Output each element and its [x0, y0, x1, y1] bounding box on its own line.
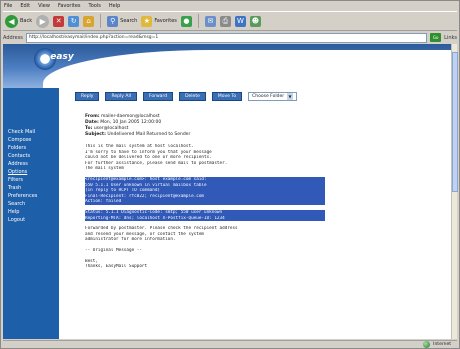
sidebar-item[interactable]: Folders — [3, 144, 59, 152]
back-arrow-icon: ◀ — [5, 14, 18, 28]
favorites-star-icon: ★ — [141, 15, 153, 27]
favorites-label: Favorites — [154, 18, 177, 24]
zone-label: Internet — [433, 342, 451, 347]
search-icon: ⚲ — [107, 15, 119, 27]
message-body: This is the mail system at host localhos… — [85, 144, 385, 270]
date-value: Mon, 10 Jan 2005 12:00:00 — [100, 120, 162, 125]
scrollbar-thumb[interactable] — [452, 52, 458, 192]
address-label: Address — [3, 34, 23, 41]
from-value: mailer-daemon@localhost — [101, 114, 160, 119]
page-content: easy Check Mail Compose Folders Contacts… — [3, 44, 451, 339]
status-bar: Internet — [3, 340, 457, 348]
go-button[interactable]: Go — [430, 33, 442, 42]
delete-button[interactable]: Delete — [179, 92, 206, 101]
sidebar: Check Mail Compose Folders Contacts Addr… — [3, 88, 59, 339]
sidebar-item[interactable]: Address — [3, 160, 59, 168]
back-button[interactable]: ◀ Back — [5, 13, 32, 29]
body-line: Thanks, EasyMail Support — [85, 264, 148, 270]
menu-tools[interactable]: Tools — [88, 2, 102, 10]
sidebar-item[interactable]: Help — [3, 208, 59, 216]
sidebar-item[interactable]: Compose — [3, 136, 59, 144]
from-label: From: — [85, 114, 100, 119]
search-button[interactable]: ⚲ Search — [107, 13, 137, 29]
sidebar-item[interactable]: Logout — [3, 216, 59, 224]
address-bar: Address http://localhost/easymail/index.… — [3, 32, 457, 43]
subject-label: Subject: — [85, 132, 106, 137]
message-headers: From: mailer-daemon@localhost Date: Mon,… — [85, 114, 385, 138]
sidebar-item[interactable]: Search — [3, 200, 59, 208]
menu-bar: File Edit View Favorites Tools Help — [3, 2, 121, 10]
chevron-down-icon: ▼ — [287, 93, 294, 100]
sidebar-item[interactable]: Trash — [3, 184, 59, 192]
browser-toolbar: ◀ Back ▶ ✕ ↻ ⌂ ⚲ Search ★ Favorites ● ✉ … — [3, 11, 457, 31]
logo-text: easy — [50, 52, 74, 62]
print-icon[interactable]: ⎙ — [219, 15, 231, 27]
forward-arrow-icon: ▶ — [36, 14, 50, 28]
favorites-button[interactable]: ★ Favorites — [141, 13, 177, 29]
messenger-icon[interactable]: ☻ — [249, 15, 261, 27]
reply-all-button[interactable]: Reply All — [105, 92, 137, 101]
vertical-scrollbar[interactable] — [451, 44, 458, 339]
date-label: Date: — [85, 120, 99, 125]
edit-icon[interactable]: W — [234, 15, 246, 27]
menu-file[interactable]: File — [3, 2, 13, 10]
move-to-button[interactable]: Move To — [211, 92, 243, 101]
home-icon[interactable]: ⌂ — [83, 15, 95, 27]
logo: easy — [15, 48, 75, 88]
forward-button[interactable]: ▶ — [36, 13, 50, 29]
to-value: user@localhost — [93, 126, 129, 131]
browser-window: File Edit View Favorites Tools Help ◀ Ba… — [0, 0, 460, 349]
refresh-icon[interactable]: ↻ — [68, 15, 80, 27]
message-pane: Reply Reply All Forward Delete Move To C… — [65, 88, 449, 339]
internet-zone-icon — [423, 341, 431, 348]
menu-favorites[interactable]: Favorites — [57, 2, 82, 10]
folder-select-value: Choose Folder — [252, 94, 285, 99]
media-icon[interactable]: ● — [180, 15, 192, 27]
forward-message-button[interactable]: Forward — [142, 92, 174, 101]
stop-icon[interactable]: ✕ — [53, 15, 65, 27]
header-subject: Subject: Undelivered Mail Returned to Se… — [85, 132, 385, 138]
subject-value: Undelivered Mail Returned to Sender — [107, 132, 191, 137]
search-label: Search — [120, 18, 138, 24]
mail-icon[interactable]: ✉ — [204, 15, 216, 27]
toolbar-separator — [197, 14, 199, 28]
links-label[interactable]: Links — [444, 35, 457, 41]
go-label: Go — [432, 35, 439, 40]
folder-select[interactable]: Choose Folder ▼ — [248, 92, 298, 101]
address-input[interactable]: http://localhost/easymail/index.php?acti… — [25, 32, 428, 43]
sidebar-item[interactable]: Check Mail — [3, 128, 59, 136]
sidebar-item[interactable]: Contacts — [3, 152, 59, 160]
menu-view[interactable]: View — [37, 2, 51, 10]
message-toolbar: Reply Reply All Forward Delete Move To C… — [75, 92, 298, 101]
back-label: Back — [20, 18, 33, 24]
sidebar-item[interactable]: Filters — [3, 176, 59, 184]
banner: easy — [3, 44, 451, 98]
to-label: To: — [85, 126, 93, 131]
sidebar-item[interactable]: Preferences — [3, 192, 59, 200]
reply-button[interactable]: Reply — [75, 92, 100, 101]
menu-help[interactable]: Help — [108, 2, 121, 10]
sidebar-item[interactable]: Options — [3, 168, 59, 176]
menu-edit[interactable]: Edit — [19, 2, 31, 10]
toolbar-separator — [100, 14, 102, 28]
